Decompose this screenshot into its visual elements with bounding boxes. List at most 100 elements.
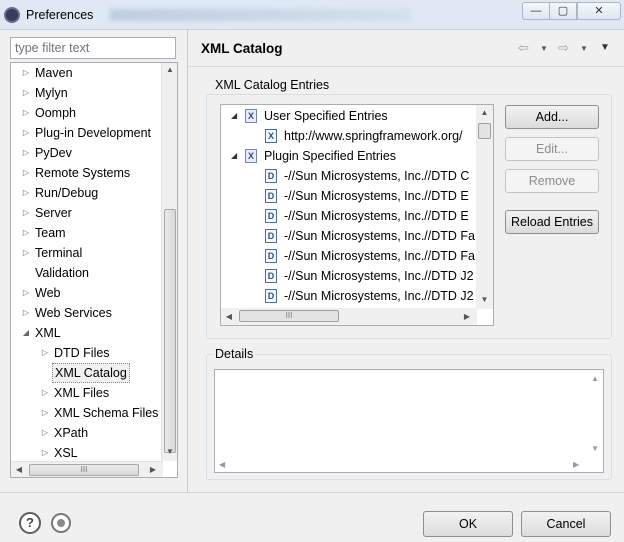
collapsed-arrow-icon[interactable]: ▷ (40, 443, 50, 463)
minimize-button[interactable]: — (522, 2, 550, 20)
maximize-button[interactable]: ▢ (549, 2, 577, 20)
catalog-entry-label: -//Sun Microsystems, Inc.//DTD E (284, 189, 469, 203)
tree-item-label: XPath (54, 426, 89, 440)
xml-catalog-icon: X (265, 129, 277, 143)
view-menu-icon[interactable]: ▼ (600, 42, 610, 53)
add-button[interactable]: Add... (505, 105, 599, 129)
close-button[interactable]: ✕ (577, 2, 621, 20)
collapsed-arrow-icon[interactable]: ▷ (21, 103, 31, 123)
window-title: Preferences (26, 8, 94, 22)
tree-hscroll-thumb[interactable]: III (29, 464, 139, 476)
tree-item-label: Plug-in Development (35, 126, 152, 140)
page-title: XML Catalog (201, 41, 283, 56)
ok-button[interactable]: OK (423, 511, 513, 537)
collapsed-arrow-icon[interactable]: ▷ (21, 203, 31, 223)
preference-tree[interactable]: ▷ Maven ▷ Mylyn ▷ Oomph ▷ Plug-in Development ▷ P… (10, 62, 178, 478)
tree-item-label: Mylyn (35, 86, 68, 100)
edit-button[interactable]: Edit... (505, 137, 599, 161)
catalog-entry-label: -//Sun Microsystems, Inc.//DTD J2 (284, 289, 474, 303)
scroll-right-arrow-icon[interactable]: ▶ (459, 308, 475, 325)
catalog-entry-label: -//Sun Microsystems, Inc.//DTD Fa (284, 229, 476, 243)
dtd-file-icon: D (265, 269, 277, 283)
collapsed-arrow-icon[interactable]: ▷ (21, 143, 31, 163)
tree-horizontal-scrollbar[interactable]: ◀ III ▶ (11, 461, 163, 477)
scroll-down-arrow-icon[interactable]: ▼ (476, 295, 493, 304)
scroll-up-arrow-icon[interactable]: ▲ (476, 108, 493, 117)
catalog-horizontal-scrollbar[interactable]: ◀ III ▶ (221, 308, 477, 325)
tree-item-label: Team (35, 226, 66, 240)
collapsed-arrow-icon[interactable]: ▷ (40, 403, 50, 423)
cancel-button[interactable]: Cancel (521, 511, 611, 537)
details-text-area[interactable]: ▲ ▼ ◀ ▶ (214, 369, 604, 473)
blurred-caption (110, 9, 410, 21)
tree-item-label: PyDev (35, 146, 72, 160)
tree-item-label: Oomph (35, 106, 76, 120)
forward-dropdown-icon[interactable]: ▼ (580, 44, 588, 53)
help-icon[interactable]: ? (19, 512, 41, 534)
tree-item-label: XSL (54, 446, 78, 460)
collapsed-arrow-icon[interactable]: ▷ (40, 383, 50, 403)
pane-divider[interactable] (187, 30, 188, 492)
collapsed-arrow-icon[interactable]: ▷ (21, 223, 31, 243)
forward-arrow-icon[interactable]: ⇨ (558, 40, 569, 56)
import-export-icon[interactable] (51, 513, 71, 533)
tree-item-label: XML (35, 326, 61, 340)
reload-entries-button[interactable]: Reload Entries (505, 210, 599, 234)
catalog-tree[interactable]: ◢ X User Specified Entries Xhttp://www.spri… (220, 104, 494, 326)
tree-item-label: Terminal (35, 246, 83, 260)
title-bar: Preferences — ▢ ✕ (0, 0, 624, 30)
collapsed-arrow-icon[interactable]: ▷ (21, 283, 31, 303)
scroll-up-arrow-icon[interactable]: ▲ (591, 374, 599, 383)
collapsed-arrow-icon[interactable]: ▷ (21, 243, 31, 263)
catalog-scroll-thumb[interactable] (478, 123, 491, 139)
filter-input[interactable] (10, 37, 176, 59)
scroll-up-arrow-icon[interactable]: ▲ (162, 65, 177, 74)
details-label: Details (213, 347, 256, 361)
maximize-icon: ▢ (557, 5, 569, 17)
tree-item-label: Maven (35, 66, 73, 80)
tree-item-label: DTD Files (54, 346, 110, 360)
eclipse-app-icon (4, 7, 20, 23)
dtd-file-icon: D (265, 289, 277, 303)
header-separator (188, 66, 624, 67)
dtd-file-icon: D (265, 249, 277, 263)
dtd-file-icon: D (265, 169, 277, 183)
collapsed-arrow-icon[interactable]: ▷ (21, 183, 31, 203)
collapsed-arrow-icon[interactable]: ▷ (40, 343, 50, 363)
scroll-left-arrow-icon[interactable]: ◀ (221, 308, 237, 325)
scroll-right-arrow-icon[interactable]: ▶ (573, 460, 579, 469)
collapsed-arrow-icon[interactable]: ▷ (21, 303, 31, 323)
collapsed-arrow-icon[interactable]: ▷ (40, 423, 50, 443)
tree-item-label: Web Services (35, 306, 112, 320)
tree-item-label: Web (35, 286, 61, 300)
remove-button[interactable]: Remove (505, 169, 599, 193)
tree-item-label: XML Schema Files (54, 406, 159, 420)
scroll-right-arrow-icon[interactable]: ▶ (145, 462, 161, 477)
tree-item-label: Run/Debug (35, 186, 99, 200)
catalog-vertical-scrollbar[interactable]: ▲ ▼ (476, 105, 493, 309)
dtd-file-icon: D (265, 229, 277, 243)
scroll-down-arrow-icon[interactable]: ▼ (591, 444, 599, 453)
back-arrow-icon[interactable]: ⇦ (518, 40, 529, 56)
collapsed-arrow-icon[interactable]: ▷ (21, 163, 31, 183)
expanded-arrow-icon[interactable]: ◢ (231, 146, 237, 166)
expanded-arrow-icon[interactable]: ◢ (21, 323, 31, 343)
scroll-left-arrow-icon[interactable]: ◀ (11, 462, 27, 477)
tree-scroll-thumb[interactable] (164, 209, 176, 453)
scroll-down-arrow-icon[interactable]: ▼ (162, 447, 177, 456)
minimize-icon: — (530, 5, 542, 17)
tree-item-label: XML Catalog (52, 363, 130, 383)
dtd-file-icon: D (265, 209, 277, 223)
collapsed-arrow-icon[interactable]: ▷ (21, 63, 31, 83)
catalog-entry-label: -//Sun Microsystems, Inc.//DTD Fa (284, 249, 476, 263)
back-dropdown-icon[interactable]: ▼ (540, 44, 548, 53)
tree-item-label: Server (35, 206, 72, 220)
scroll-left-arrow-icon[interactable]: ◀ (219, 460, 225, 469)
tree-vertical-scrollbar[interactable]: ▲ ▼ (161, 63, 177, 461)
catalog-hscroll-thumb[interactable]: III (239, 310, 339, 322)
catalog-entry-label: -//Sun Microsystems, Inc.//DTD C (284, 169, 470, 183)
collapsed-arrow-icon[interactable]: ▷ (21, 83, 31, 103)
collapsed-arrow-icon[interactable]: ▷ (21, 123, 31, 143)
expanded-arrow-icon[interactable]: ◢ (231, 106, 237, 126)
tree-item-label: Validation (35, 266, 89, 280)
